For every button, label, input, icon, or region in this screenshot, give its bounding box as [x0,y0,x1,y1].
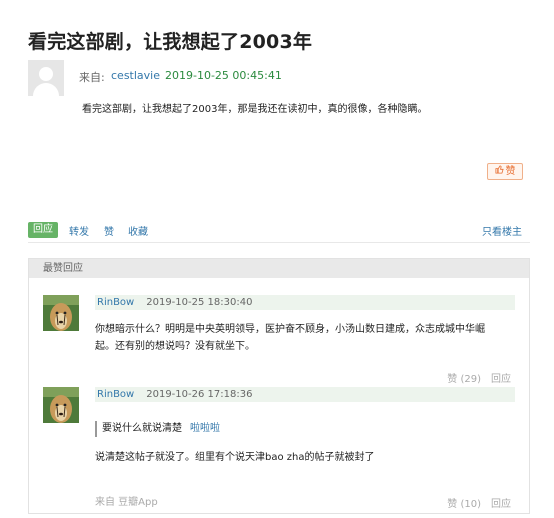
comment-time: 2019-10-25 18:30:40 [146,297,253,308]
comment-footer: 赞 (29) 回应 [437,370,511,385]
commenter-name[interactable]: RinBow [97,297,134,308]
commenter-name[interactable]: RinBow [97,389,134,400]
comment-text: 说清楚这帖子就没了。组里有个说天津bao zha的帖子就被封了 [95,452,375,463]
author-link[interactable]: cestlavie [111,69,160,82]
post-actions: 回应 转发 赞 收藏 只看楼主 [28,222,530,242]
comment-footer: 赞 (10) 回应 [437,495,511,510]
quoted-text: 要说什么就说清楚 [102,423,182,434]
commenter-avatar[interactable] [43,295,79,331]
actions-divider [28,242,530,243]
post-author-row: 来自: cestlavie 2019-10-25 00:45:41 [28,60,548,98]
quoted-reply: 要说什么就说清楚 啦啦啦 [95,421,220,437]
comment-item: RinBow 2019-10-25 18:30:40 你想暗示什么？明明是中央英明… [43,295,515,385]
comment-source: 来自 豆瓣App [95,497,158,508]
thumbs-up-icon [494,164,504,179]
reply-button[interactable]: 回应 [28,222,58,238]
quoted-author[interactable]: 啦啦啦 [190,423,220,434]
comment-item: RinBow 2019-10-26 17:18:36 要说什么就说清楚 啦啦啦 说清… [43,387,515,510]
post-body: 看完这部剧，让我想起了2003年，那是我还在读初中，真的很像，各种隐瞒。 [82,104,428,115]
collect-link[interactable]: 收藏 [128,223,148,238]
commenter-avatar[interactable] [43,387,79,423]
comment-text-line: 起。还有别的想说吗？没有就坐下。 [95,341,255,352]
like-button[interactable]: 赞 [487,163,523,180]
author-avatar[interactable] [28,60,64,96]
comment-reply-link[interactable]: 回应 [491,374,511,385]
comment-meta: RinBow 2019-10-26 17:18:36 [95,387,515,402]
comment-reply-link[interactable]: 回应 [491,499,511,510]
post-title: 看完这部剧，让我想起了2003年 [28,31,313,53]
comment-like-count[interactable]: 赞 (10) [447,499,481,510]
comment-like-count[interactable]: 赞 (29) [447,374,481,385]
comment-text-line: 你想暗示什么？明明是中央英明领导，医护奋不顾身，小汤山数日建成，众志成城中华崛 [95,324,485,335]
avatar-body-shape [33,83,59,96]
only-op-link[interactable]: 只看楼主 [482,223,522,238]
from-label: 来自: [79,71,105,84]
avatar-head-shape [39,67,53,81]
comment-time: 2019-10-26 17:18:36 [146,389,253,400]
post-time: 2019-10-25 00:45:41 [165,69,282,82]
comment-meta: RinBow 2019-10-25 18:30:40 [95,295,515,310]
like-link[interactable]: 赞 [104,223,114,238]
share-link[interactable]: 转发 [69,223,89,238]
comment-text: 你想暗示什么？明明是中央英明领导，医护奋不顾身，小汤山数日建成，众志成城中华崛 … [95,321,515,355]
like-button-label: 赞 [505,166,516,177]
top-comments-header: 最赞回应 [29,259,529,278]
top-comments-section: 最赞回应 RinBow 2019-10-25 18:30:40 你想暗示什么？明明… [28,258,530,514]
